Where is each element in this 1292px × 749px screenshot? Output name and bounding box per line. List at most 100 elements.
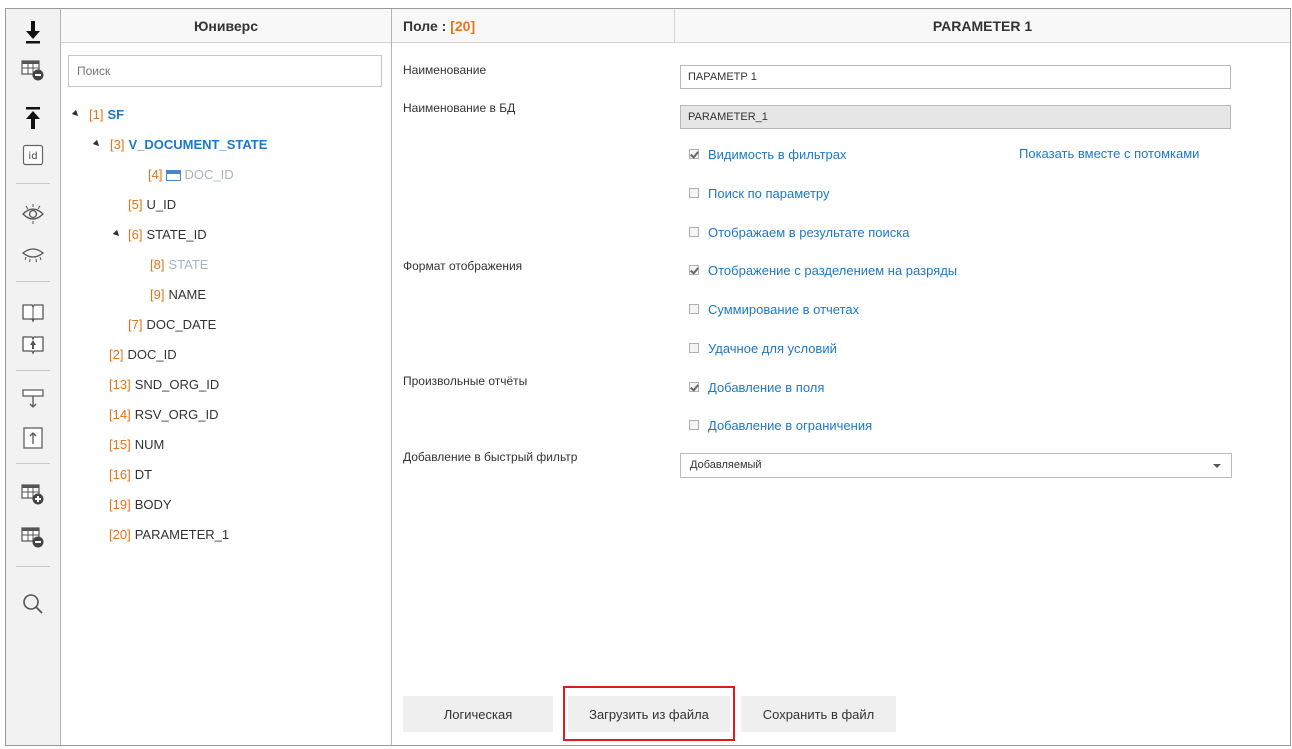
node-number: [1] bbox=[89, 107, 104, 122]
checkbox-search-by-param[interactable]: Поиск по параметру bbox=[689, 184, 830, 202]
table-icon bbox=[166, 169, 182, 181]
checkbox-add-to-constraints[interactable]: Добавление в ограничения bbox=[689, 416, 872, 434]
node-label: V_DOCUMENT_STATE bbox=[128, 137, 268, 152]
expand-triangle-icon[interactable] bbox=[92, 139, 102, 149]
expand-up-icon[interactable] bbox=[14, 423, 52, 453]
checkbox-label: Суммирование в отчетах bbox=[708, 301, 860, 317]
display-format-label: Формат отображения bbox=[403, 259, 523, 273]
checkbox-unchecked-icon[interactable] bbox=[689, 420, 699, 430]
parameter-title: PARAMETER 1 bbox=[932, 18, 1033, 34]
table-remove-icon[interactable] bbox=[14, 522, 52, 552]
node-number: [6] bbox=[128, 227, 143, 242]
tree-node-14[interactable]: [14] RSV_ORG_ID bbox=[109, 405, 219, 425]
checkbox-unchecked-icon[interactable] bbox=[689, 304, 699, 314]
checkbox-checked-icon[interactable] bbox=[689, 149, 699, 159]
tree-panel-title: Юниверс bbox=[193, 18, 259, 34]
node-number: [9] bbox=[150, 287, 165, 302]
checkbox-show-in-results[interactable]: Отображаем в результате поиска bbox=[689, 223, 909, 241]
chevron-down-icon bbox=[1213, 464, 1221, 468]
node-number: [20] bbox=[109, 527, 131, 542]
node-label: SND_ORG_ID bbox=[134, 377, 220, 392]
checkbox-unchecked-icon[interactable] bbox=[689, 188, 699, 198]
checkbox-label: Поиск по параметру bbox=[708, 185, 830, 201]
book-upload-icon[interactable] bbox=[14, 329, 52, 359]
show-with-descendants-link[interactable]: Показать вместе с потомками bbox=[1019, 146, 1199, 161]
tree-node-9[interactable]: [9] NAME bbox=[150, 285, 206, 305]
tree-node-15[interactable]: [15] NUM bbox=[109, 435, 164, 455]
checkbox-filter-visibility[interactable]: Видимость в фильтрах bbox=[689, 145, 847, 163]
node-label: NUM bbox=[134, 437, 165, 452]
node-label: PARAMETER_1 bbox=[134, 527, 230, 542]
node-label: STATE bbox=[168, 257, 209, 272]
tree-node-2[interactable]: [2] DOC_ID bbox=[109, 345, 177, 365]
logical-button[interactable]: Логическая bbox=[403, 696, 553, 732]
table-remove-icon[interactable] bbox=[14, 55, 52, 85]
tree-node-4[interactable]: [4] DOC_ID bbox=[148, 165, 234, 185]
checkbox-checked-icon[interactable] bbox=[689, 382, 699, 392]
node-number: [13] bbox=[109, 377, 131, 392]
quick-filter-value: Добавляемый bbox=[690, 459, 762, 471]
quick-filter-label: Добавление в быстрый фильтр bbox=[403, 450, 578, 464]
node-number: [3] bbox=[110, 137, 125, 152]
checkbox-unchecked-icon[interactable] bbox=[689, 227, 699, 237]
node-number: [5] bbox=[128, 197, 143, 212]
checkbox-add-to-fields[interactable]: Добавление в поля bbox=[689, 378, 824, 396]
checkbox-label: Добавление в ограничения bbox=[708, 417, 873, 433]
checkbox-label: Видимость в фильтрах bbox=[708, 146, 847, 162]
checkbox-label: Отображение с разделением на разряды bbox=[708, 262, 958, 278]
node-label: DOC_ID bbox=[184, 167, 234, 182]
upload-icon[interactable] bbox=[14, 103, 52, 133]
expand-triangle-icon[interactable] bbox=[71, 109, 81, 119]
eye-show-icon[interactable] bbox=[14, 199, 52, 229]
node-number: [15] bbox=[109, 437, 131, 452]
custom-reports-label: Произвольные отчёты bbox=[403, 374, 528, 388]
save-to-file-button[interactable]: Сохранить в файл bbox=[741, 696, 896, 732]
properties-header: Поле : [20] PARAMETER 1 bbox=[392, 9, 1290, 43]
tree-node-13[interactable]: [13] SND_ORG_ID bbox=[109, 375, 219, 395]
app-window: id Юниверс Поиск [1] SF [3] V_DOCUMENT_S… bbox=[5, 8, 1291, 746]
checkbox-sum-in-reports[interactable]: Суммирование в отчетах bbox=[689, 300, 859, 318]
checkbox-checked-icon[interactable] bbox=[689, 265, 699, 275]
field-title: Поле : [20] bbox=[403, 18, 475, 34]
search-input[interactable] bbox=[68, 55, 382, 87]
node-label: STATE_ID bbox=[146, 227, 207, 242]
properties-panel: Поле : [20] PARAMETER 1 Наименование ПАР… bbox=[392, 9, 1290, 745]
download-icon[interactable] bbox=[14, 17, 52, 47]
node-label: BODY bbox=[134, 497, 172, 512]
node-label: SF bbox=[107, 107, 125, 122]
name-field[interactable]: ПАРАМЕТР 1 bbox=[680, 65, 1231, 89]
quick-filter-select[interactable]: Добавляемый bbox=[680, 453, 1232, 478]
tree-node-6[interactable]: [6] STATE_ID bbox=[108, 225, 207, 245]
tree-node-16[interactable]: [16] DT bbox=[109, 465, 152, 485]
node-number: [7] bbox=[128, 317, 143, 332]
book-icon[interactable] bbox=[14, 297, 52, 327]
checkbox-label: Добавление в поля bbox=[708, 379, 825, 395]
node-number: [14] bbox=[109, 407, 131, 422]
left-toolbar: id bbox=[6, 9, 61, 745]
universe-tree-panel: Юниверс [1] SF [3] V_DOCUMENT_STATE [4] … bbox=[61, 9, 392, 745]
checkbox-digit-grouping[interactable]: Отображение с разделением на разряды bbox=[689, 261, 957, 279]
tree-node-8[interactable]: [8] STATE bbox=[150, 255, 208, 275]
node-label: DT bbox=[134, 467, 153, 482]
checkbox-label: Отображаем в результате поиска bbox=[708, 224, 910, 240]
tree-node-5[interactable]: [5] U_ID bbox=[128, 195, 176, 215]
node-number: [2] bbox=[109, 347, 124, 362]
tree-node-19[interactable]: [19] BODY bbox=[109, 495, 172, 515]
svg-text:id: id bbox=[28, 151, 37, 162]
eye-hide-icon[interactable] bbox=[14, 239, 52, 269]
expand-triangle-icon[interactable] bbox=[112, 229, 122, 239]
collapse-down-icon[interactable] bbox=[14, 384, 52, 414]
tree-node-3[interactable]: [3] V_DOCUMENT_STATE bbox=[88, 135, 267, 155]
table-add-icon[interactable] bbox=[14, 479, 52, 509]
checkbox-unchecked-icon[interactable] bbox=[689, 343, 699, 353]
tree-panel-header: Юниверс bbox=[61, 9, 391, 43]
tree-node-1[interactable]: [1] SF bbox=[67, 105, 124, 125]
id-icon[interactable]: id bbox=[14, 140, 52, 170]
tree-node-7[interactable]: [7] DOC_DATE bbox=[128, 315, 216, 335]
tree-node-20[interactable]: [20] PARAMETER_1 bbox=[109, 525, 229, 545]
checkbox-label: Удачное для условий bbox=[708, 340, 837, 356]
node-number: [16] bbox=[109, 467, 131, 482]
name-label: Наименование bbox=[403, 63, 487, 77]
search-icon[interactable] bbox=[14, 589, 52, 619]
checkbox-good-for-conditions[interactable]: Удачное для условий bbox=[689, 339, 837, 357]
